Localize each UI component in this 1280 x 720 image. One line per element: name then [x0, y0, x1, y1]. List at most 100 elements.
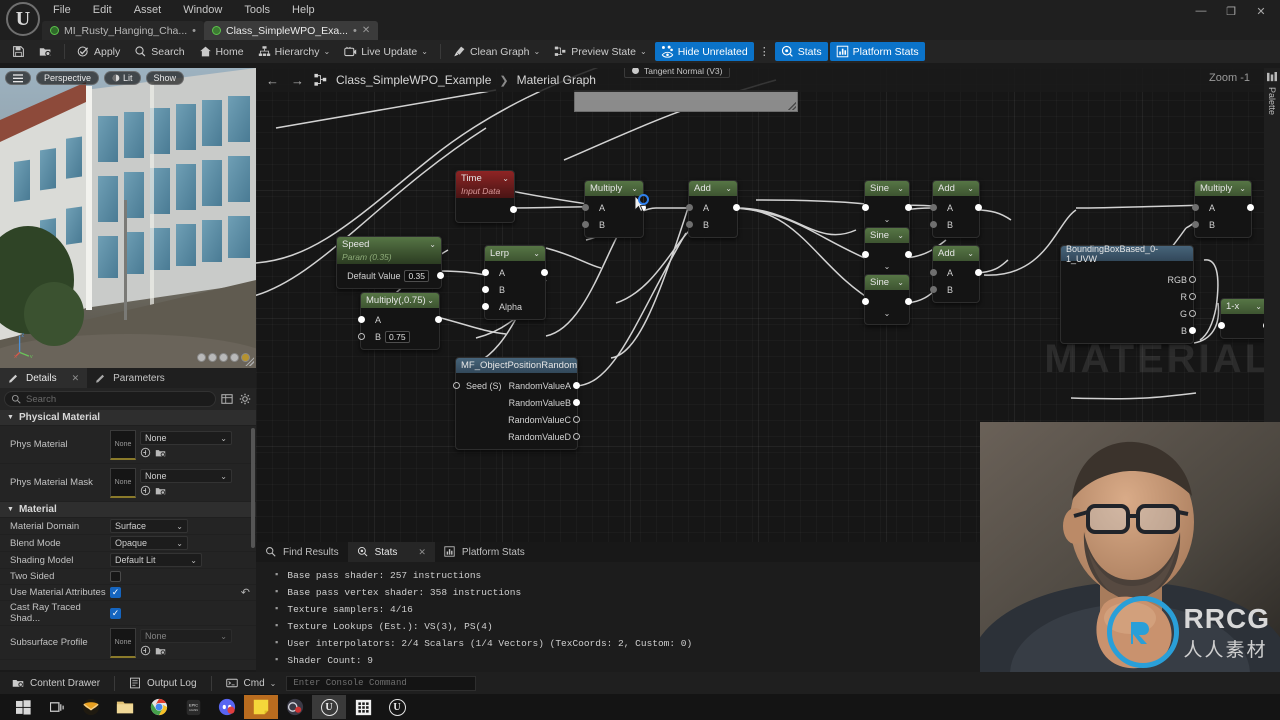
node-header[interactable]: Sine ⌄	[865, 181, 909, 196]
node-header[interactable]: Add ⌄	[933, 246, 979, 261]
menu-tools[interactable]: Tools	[233, 0, 281, 20]
node-lerp[interactable]: Lerp ⌄ A B Alpha	[482, 245, 548, 320]
use-material-attributes-checkbox[interactable]: ✓	[110, 587, 121, 598]
input-pin-b[interactable]	[482, 286, 489, 293]
node-header[interactable]: Sine ⌄	[865, 275, 909, 290]
output-pin-d[interactable]	[573, 433, 580, 440]
forward-arrow-icon[interactable]: →	[289, 73, 306, 88]
close-button[interactable]: ✕	[1246, 0, 1276, 22]
node-multiply-2[interactable]: Multiply ⌄ A B	[1192, 180, 1254, 238]
node-header[interactable]: Multiply(,0.75) ⌄	[361, 293, 439, 308]
default-value-field[interactable]: 0.35	[404, 269, 429, 282]
output-pin-r[interactable]	[1189, 293, 1196, 300]
menu-edit[interactable]: Edit	[82, 0, 123, 20]
node-header[interactable]: Multiply ⌄	[1195, 181, 1251, 196]
obs-icon[interactable]	[278, 695, 312, 719]
graph-overlay-panel[interactable]	[574, 90, 798, 112]
input-pin-seed[interactable]	[453, 382, 460, 389]
back-arrow-icon[interactable]: ←	[264, 73, 281, 88]
unreal-editor-icon[interactable]: U	[380, 695, 414, 719]
input-pin[interactable]	[862, 251, 869, 258]
platform-stats-button[interactable]: Platform Stats	[829, 42, 925, 61]
use-selected-asset-icon[interactable]	[155, 645, 166, 656]
section-material[interactable]: ▼ Material	[0, 502, 256, 518]
viewport-resize-grip[interactable]	[245, 357, 254, 366]
node-header[interactable]: Time ⌄	[456, 171, 514, 186]
search-button[interactable]: Search	[128, 42, 190, 61]
node-header[interactable]: Speed ⌄	[337, 237, 441, 252]
node-add-2[interactable]: Add ⌄ A B	[930, 180, 982, 238]
node-multiply-075[interactable]: Multiply(,0.75) ⌄ A B 0.75	[358, 292, 442, 350]
task-view-icon[interactable]	[40, 695, 74, 719]
output-pin-a[interactable]	[573, 382, 580, 389]
pin-row-random-c[interactable]: RandomValueC	[456, 411, 580, 428]
node-bounding-box-uvw[interactable]: BoundingBoxBased_0-1_UVW RGB R G B	[1060, 244, 1196, 344]
resize-grip[interactable]	[788, 102, 796, 110]
node-header[interactable]: MF_ObjectPositionRandom	[456, 358, 577, 373]
asset-thumbnail[interactable]: None	[110, 429, 136, 460]
browse-button[interactable]	[33, 42, 58, 61]
apply-button[interactable]: Apply	[71, 42, 126, 61]
menu-asset[interactable]: Asset	[123, 0, 173, 20]
discord-icon[interactable]	[210, 695, 244, 719]
tab-find-results[interactable]: Find Results	[256, 542, 348, 562]
pin-row-g[interactable]: G	[1061, 305, 1196, 322]
output-log-button[interactable]: Output Log	[121, 674, 204, 692]
output-pin-c[interactable]	[573, 416, 580, 423]
chevron-down-icon[interactable]: ⌄	[865, 216, 909, 226]
pin-row[interactable]	[862, 246, 912, 263]
phys-material-combo[interactable]: None ⌄	[140, 431, 232, 445]
node-sine-1[interactable]: Sine ⌄ ⌄	[862, 180, 912, 231]
input-pin-alpha[interactable]	[482, 303, 489, 310]
chevron-down-icon[interactable]: ⌄	[967, 249, 974, 258]
input-pin[interactable]	[1218, 322, 1225, 329]
viewport-status-icons[interactable]	[197, 353, 250, 362]
chrome-icon[interactable]	[142, 695, 176, 719]
search-input[interactable]	[26, 393, 209, 405]
output-pin[interactable]	[437, 272, 444, 279]
pin-row-seed[interactable]: Seed (S) RandomValueA	[453, 377, 580, 394]
tab-close-icon[interactable]: ✕	[362, 25, 370, 36]
output-pin-b[interactable]	[573, 399, 580, 406]
use-selected-asset-icon[interactable]	[155, 447, 166, 458]
chevron-down-icon[interactable]: ⌄	[865, 310, 909, 320]
chevron-down-icon[interactable]: ⌄	[1255, 302, 1262, 311]
chevron-down-icon[interactable]: ⌄	[897, 231, 904, 240]
menu-help[interactable]: Help	[281, 0, 326, 20]
minimize-button[interactable]: —	[1186, 0, 1216, 22]
phys-material-mask-combo[interactable]: None ⌄	[140, 469, 232, 483]
gear-icon[interactable]	[238, 392, 252, 406]
chevron-down-icon[interactable]: ⌄	[865, 263, 909, 273]
node-header[interactable]: Lerp ⌄	[485, 246, 545, 261]
pin-row-alpha[interactable]: Alpha	[482, 298, 545, 315]
palette-label[interactable]: Palette	[1267, 87, 1277, 115]
breadcrumb-asset[interactable]: Class_SimpleWPO_Example	[336, 73, 491, 87]
viewport-menu-button[interactable]	[5, 71, 31, 85]
reset-to-default-icon[interactable]: ↶	[241, 586, 250, 599]
input-pin-b[interactable]	[686, 221, 693, 228]
use-selected-asset-icon[interactable]	[155, 485, 166, 496]
pin-row-a[interactable]: A	[482, 264, 548, 281]
subsurface-profile-combo[interactable]: None ⌄	[140, 629, 232, 643]
pin-row-b[interactable]: B	[1192, 216, 1251, 233]
pin-row[interactable]	[862, 199, 912, 216]
node-add-3[interactable]: Add ⌄ A B	[930, 245, 982, 303]
start-icon[interactable]	[6, 695, 40, 719]
content-drawer-button[interactable]: Content Drawer	[4, 674, 108, 692]
browse-to-asset-icon[interactable]	[140, 485, 151, 496]
preview-viewport[interactable]: Perspective Lit Show z y x	[0, 68, 256, 368]
output-pin[interactable]	[905, 298, 912, 305]
chevron-down-icon[interactable]: ⌄	[533, 249, 540, 258]
pin-row-a[interactable]: A	[1192, 199, 1254, 216]
hierarchy-button[interactable]: Hierarchy ⌄	[252, 42, 337, 61]
node-header[interactable]: 1-x ⌄	[1221, 299, 1267, 314]
pin-row-a[interactable]: A	[686, 199, 740, 216]
node-one-minus-x[interactable]: 1-x ⌄	[1218, 298, 1270, 339]
input-pin-b[interactable]	[1192, 221, 1199, 228]
epic-games-icon[interactable]: EPIC GAMES	[176, 695, 210, 719]
node-sine-2[interactable]: Sine ⌄ ⌄	[862, 227, 912, 278]
b-value-field[interactable]: 0.75	[385, 330, 410, 343]
pin-row-b[interactable]: B	[582, 216, 643, 233]
preview-state-button[interactable]: Preview State ⌄	[548, 42, 652, 61]
input-pin-a[interactable]	[1192, 204, 1199, 211]
